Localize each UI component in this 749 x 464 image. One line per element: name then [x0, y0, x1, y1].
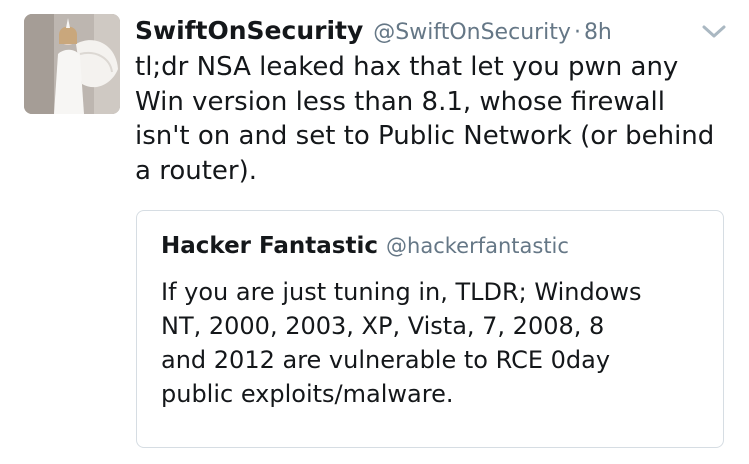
separator-dot: ·	[573, 20, 581, 45]
tweet-text-line: a router).	[135, 155, 257, 186]
display-name[interactable]: SwiftOnSecurity	[135, 16, 363, 45]
quoted-tweet-header: Hacker Fantastic @hackerfantastic	[161, 229, 569, 265]
quoted-tweet-card[interactable]: Hacker Fantastic @hackerfantastic If you …	[136, 210, 724, 448]
quoted-text-line: If you are just tuning in, TLDR; Windows	[161, 278, 642, 306]
chevron-down-icon[interactable]	[700, 22, 728, 42]
tweet-text: tl;dr NSA leaked hax that let you pwn an…	[135, 50, 735, 188]
tweet-text-line: Win version less than 8.1, whose firewal…	[135, 86, 665, 117]
quoted-text-line: NT, 2000, 2003, XP, Vista, 7, 2008, 8	[161, 312, 605, 340]
tweet: SwiftOnSecurity @SwiftOnSecurity · 8h tl;dr…	[0, 0, 749, 464]
timestamp[interactable]: 8h	[584, 20, 612, 45]
avatar-image	[24, 14, 120, 114]
tweet-header: SwiftOnSecurity @SwiftOnSecurity · 8h	[135, 13, 612, 49]
quoted-display-name: Hacker Fantastic	[161, 233, 379, 259]
quoted-user-handle: @hackerfantastic	[386, 234, 569, 258]
tweet-text-line: tl;dr NSA leaked hax that let you pwn an…	[135, 52, 679, 82]
avatar[interactable]	[24, 14, 120, 114]
tweet-text-line: isn't on and set to Public Network (or b…	[135, 121, 715, 151]
user-handle[interactable]: @SwiftOnSecurity	[373, 20, 571, 45]
quoted-text-line: public exploits/malware.	[161, 380, 454, 408]
quoted-tweet-text: If you are just tuning in, TLDR; Windows…	[161, 275, 642, 411]
quoted-text-line: and 2012 are vulnerable to RCE 0day	[161, 346, 611, 374]
